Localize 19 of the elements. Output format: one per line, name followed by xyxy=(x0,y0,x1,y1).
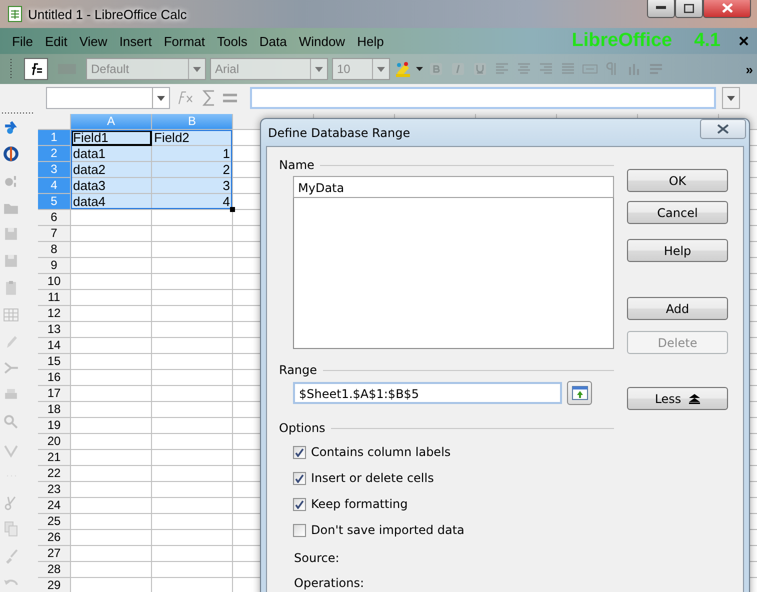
table-cell: data2 xyxy=(71,162,152,178)
dialog-title: Define Database Range xyxy=(268,126,410,140)
table-cell: Field2 xyxy=(152,130,233,146)
table-cell: data4 xyxy=(71,194,152,210)
table-cell: data1 xyxy=(71,146,152,162)
table-cell: 4 xyxy=(152,194,233,210)
section-label: Options xyxy=(279,421,326,435)
table-cell: 1 xyxy=(152,146,233,162)
table-cell: Field1 xyxy=(71,130,152,146)
section-label: Range xyxy=(279,363,318,377)
window-title: Untitled 1 - LibreOffice Calc xyxy=(28,6,188,22)
section-label: Name xyxy=(279,158,314,172)
table-cell: 3 xyxy=(152,178,233,194)
version-number: 4.1 xyxy=(694,30,720,52)
table-cell: data3 xyxy=(71,178,152,194)
operations-label: Operations: xyxy=(294,576,366,590)
source-label: Source: xyxy=(294,551,340,565)
brand-name: LibreOffice xyxy=(572,30,672,52)
table-cell: 2 xyxy=(152,162,233,178)
